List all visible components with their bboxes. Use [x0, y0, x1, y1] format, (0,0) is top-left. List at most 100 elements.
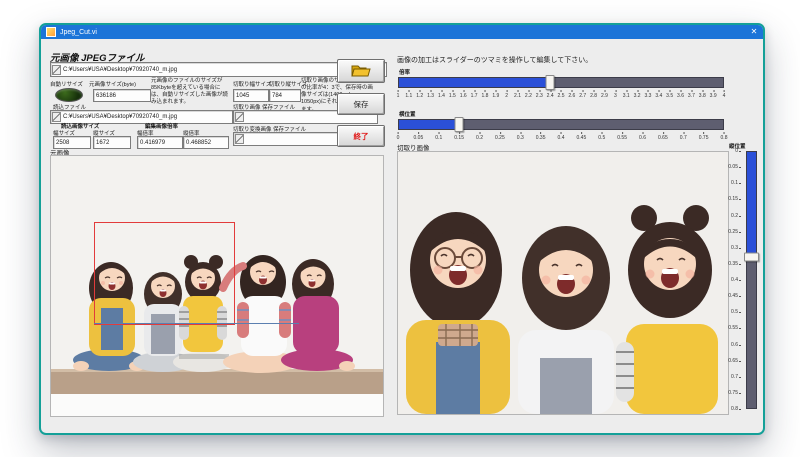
app-window: Jpeg_Cut.vi ✕ 元画像 JPEGファイル C:¥Users¥USA¥… [39, 23, 765, 435]
tick-label: 3.7 [688, 93, 695, 99]
crop-width-value: 1045 [233, 89, 269, 102]
cropped-photo-illustration [398, 152, 728, 414]
window-title: Jpeg_Cut.vi [60, 29, 745, 36]
tick-label: 0 [397, 135, 400, 141]
xpos-slider-thumb[interactable] [455, 117, 464, 132]
tick-label: 0.05 [728, 164, 738, 170]
tick-label: 0.35 [536, 135, 546, 141]
tick-label: 0.45 [728, 293, 738, 299]
tick-label: 0.5 [731, 309, 738, 315]
xpos-slider-track[interactable] [398, 119, 724, 130]
tick-label: 1.9 [492, 93, 499, 99]
tick-label: 2 [505, 93, 508, 99]
path-type-icon [235, 112, 244, 122]
tick-label: 0.8 [721, 135, 728, 141]
height-value: 1672 [93, 136, 131, 149]
load-file-path-text: C:¥Users¥USA¥Desktop¥70920740_m.jpg [63, 114, 177, 120]
app-icon [46, 27, 56, 37]
hscale-value: 0.468852 [183, 136, 229, 149]
tick-label: 3.8 [699, 93, 706, 99]
save-button[interactable]: 保存 [337, 93, 385, 115]
source-path-text: C:¥Users¥USA¥Desktop¥70920740_m.jpg [63, 67, 177, 73]
path-type-icon [235, 134, 244, 144]
tick-label: 0.6 [639, 135, 646, 141]
tick-label: 0.1 [435, 135, 442, 141]
tick-label: 0.2 [476, 135, 483, 141]
crop-height-value: 784 [269, 89, 301, 102]
tick-label: 2.7 [579, 93, 586, 99]
tick-label: 0.6 [731, 342, 738, 348]
tick-label: 1.7 [471, 93, 478, 99]
tick-label: 2.2 [525, 93, 532, 99]
tick-label: 0.2 [731, 213, 738, 219]
tick-label: 3.3 [644, 93, 651, 99]
ypos-slider-fill [747, 152, 756, 258]
page: Jpeg_Cut.vi ✕ 元画像 JPEGファイル C:¥Users¥USA¥… [0, 0, 800, 457]
tick-label: 2.9 [601, 93, 608, 99]
tick-label: 0.55 [617, 135, 627, 141]
scale-slider-label: 倍率 [399, 68, 410, 76]
tick-label: 1.4 [438, 93, 445, 99]
crop-baseline [94, 323, 299, 324]
scale-slider[interactable] [398, 76, 724, 87]
tick-label: 1.1 [405, 93, 412, 99]
tick-label: 0.3 [517, 135, 524, 141]
cropped-image-display [397, 151, 729, 415]
auto-resize-label: 自動リサイズ [50, 80, 83, 88]
orig-size-label: 元画像サイズ(byte) [89, 80, 136, 88]
tick-label: 0.4 [731, 277, 738, 283]
tick-label: 1.3 [427, 93, 434, 99]
tick-label: 1.8 [481, 93, 488, 99]
path-type-icon [52, 65, 61, 75]
resize-info-text: 元画像のファイルのサイズが85Kbyteを超えている場合には、自動リサイズした画… [151, 78, 231, 107]
tick-label: 0.45 [577, 135, 587, 141]
tick-label: 0.25 [495, 135, 505, 141]
tick-label: 3.9 [710, 93, 717, 99]
path-type-icon [52, 112, 61, 122]
tick-label: 1.5 [449, 93, 456, 99]
tick-label: 0 [735, 148, 738, 154]
tick-label: 0.7 [731, 374, 738, 380]
ypos-slider[interactable] [745, 151, 758, 409]
tick-label: 0.35 [728, 261, 738, 267]
crop-width-label: 切取り幅サイズ [233, 80, 271, 88]
xpos-slider-ticks: 00.050.10.150.20.250.30.350.40.450.50.55… [398, 132, 724, 140]
tick-label: 2.5 [558, 93, 565, 99]
tick-label: 0.65 [728, 358, 738, 364]
wscale-value: 0.416979 [137, 136, 183, 149]
tick-label: 3.1 [623, 93, 630, 99]
scale-slider-track[interactable] [398, 77, 724, 88]
tick-label: 0.7 [680, 135, 687, 141]
tick-label: 4 [723, 93, 726, 99]
tick-label: 2.3 [536, 93, 543, 99]
exit-button[interactable]: 終了 [337, 125, 385, 147]
ypos-slider-track[interactable] [746, 151, 757, 409]
tick-label: 0.5 [598, 135, 605, 141]
tick-label: 3.6 [677, 93, 684, 99]
instruction-text: 画像の加工はスライダーのツマミを操作して編集して下さい。 [397, 55, 592, 65]
tick-label: 0.15 [728, 196, 738, 202]
xpos-slider[interactable] [398, 118, 724, 129]
tick-label: 2.6 [568, 93, 575, 99]
open-folder-icon [350, 64, 372, 78]
tick-label: 0.75 [699, 135, 709, 141]
tick-label: 1.2 [416, 93, 423, 99]
scale-slider-ticks: 1 1.1 1.2 1.3 1.4 1.5 1.6 1.71.8 1.9 2 2.1 2.2 2.3 2.… [398, 90, 724, 98]
auto-resize-led-indicator [55, 88, 83, 102]
tick-label: 0.65 [658, 135, 668, 141]
tick-label: 1.6 [460, 93, 467, 99]
tick-label: 3.5 [666, 93, 673, 99]
orig-size-value: 636186 [93, 89, 151, 102]
close-icon[interactable]: ✕ [745, 25, 763, 39]
open-file-button[interactable] [337, 59, 385, 83]
tick-label: 2.1 [514, 93, 521, 99]
scale-slider-thumb[interactable] [546, 75, 555, 90]
tick-label: 2.4 [547, 93, 554, 99]
tick-label: 0.8 [731, 406, 738, 412]
tick-label: 0.1 [731, 180, 738, 186]
tick-label: 0.55 [728, 325, 738, 331]
tick-label: 1 [397, 93, 400, 99]
tick-label: 0.4 [558, 135, 565, 141]
original-image-display [50, 155, 384, 417]
ypos-slider-thumb[interactable] [744, 253, 759, 262]
